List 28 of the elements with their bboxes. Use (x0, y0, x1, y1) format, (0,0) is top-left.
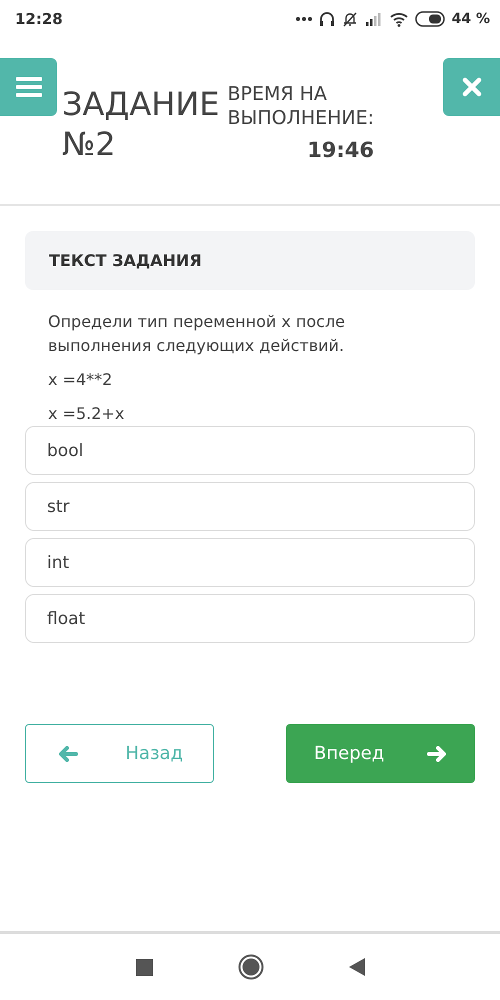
task-title: №2 (62, 124, 116, 164)
back-nav-icon[interactable] (348, 958, 364, 976)
question-text: Определи тип переменной x после выполнения следующих действий. (48, 311, 346, 357)
home-icon[interactable] (238, 954, 264, 980)
code-line: x =4**2 (48, 369, 114, 391)
arrow-left-icon (58, 746, 78, 762)
code-line: x =5.2+x (48, 403, 126, 425)
wifi-icon (390, 12, 408, 26)
headphones-icon (318, 11, 335, 27)
answer-option[interactable]: str (25, 482, 475, 531)
recent-apps-icon[interactable] (136, 958, 152, 976)
answer-option[interactable]: bool (25, 426, 475, 475)
answer-option[interactable]: float (25, 594, 475, 643)
arrow-right-icon (427, 746, 447, 762)
more-dots-icon (296, 16, 312, 22)
timer-label: ВЫПОЛНЕНИЕ: (228, 106, 374, 130)
timer-label: ВРЕМЯ НА (228, 82, 327, 106)
close-icon (462, 77, 482, 97)
battery-icon (414, 11, 445, 27)
bell-off-icon (342, 11, 358, 27)
battery-percent: 44 % (452, 11, 490, 27)
task-title: ЗАДАНИЕ (62, 84, 220, 124)
task-heading: ТЕКСТ ЗАДАНИЯ (25, 231, 475, 290)
signal-icon (364, 11, 383, 27)
menu-icon (16, 77, 42, 97)
status-time: 12:28 (15, 10, 63, 28)
timer-value: 19:46 (307, 138, 374, 162)
answer-option[interactable]: int (25, 538, 475, 587)
